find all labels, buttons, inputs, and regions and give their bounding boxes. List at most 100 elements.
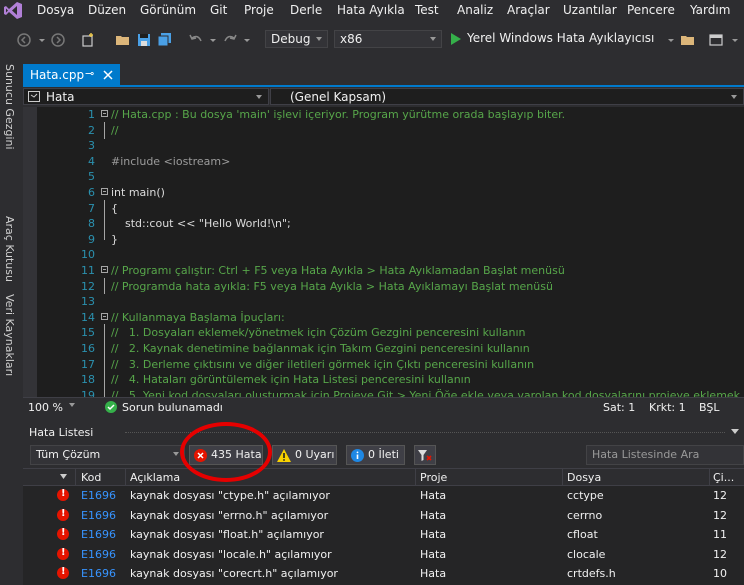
- server-explorer-tab[interactable]: Sunucu Gezgini: [3, 64, 16, 150]
- error-list-search-input[interactable]: Hata Listesinde Ara: [586, 445, 744, 465]
- messages-count: 0 İleti: [368, 448, 399, 461]
- menu-project[interactable]: Proje: [244, 3, 274, 17]
- configuration-select[interactable]: Debug: [265, 30, 328, 48]
- code-line[interactable]: 6 int main(): [23, 185, 744, 201]
- code-line[interactable]: 11 // Programı çalıştır: Ctrl + F5 veya H…: [23, 263, 744, 279]
- menu-git[interactable]: Git: [210, 3, 227, 17]
- menu-debug[interactable]: Hata Ayıkla: [337, 3, 405, 17]
- global-scope-select[interactable]: (Genel Kapsam): [270, 88, 744, 105]
- error-description: kaynak dosyası "locale.h" açılamıyor: [130, 547, 332, 561]
- build-intellisense-filter-button[interactable]: [414, 445, 436, 465]
- column-code[interactable]: Kod: [81, 471, 101, 484]
- dropdown-arrow-icon[interactable]: [34, 32, 50, 48]
- folder-search-icon[interactable]: [680, 32, 696, 48]
- code-line[interactable]: 18 // 4. Hataları görüntülemek için Hata …: [23, 372, 744, 388]
- error-code[interactable]: E1696: [81, 489, 116, 502]
- menu-help[interactable]: Yardım: [690, 3, 730, 17]
- code-editor[interactable]: 1 // Hata.cpp : Bu dosya 'main' işlevi iç…: [23, 107, 744, 397]
- forward-icon[interactable]: [50, 32, 66, 48]
- code-line[interactable]: 15 // 1. Dosyaları eklemek/yönetmek için …: [23, 325, 744, 341]
- back-icon[interactable]: [16, 32, 32, 48]
- code-line[interactable]: 14 // Kullanmaya Başlama İpuçları:: [23, 310, 744, 326]
- window-icon[interactable]: [708, 32, 724, 48]
- code-line[interactable]: 4 #include <iostream>: [23, 154, 744, 170]
- zoom-level[interactable]: 100 %: [28, 401, 63, 414]
- column-line[interactable]: Çi...: [713, 471, 734, 484]
- new-project-icon[interactable]: [80, 32, 96, 48]
- error-code[interactable]: E1696: [81, 567, 116, 580]
- save-icon[interactable]: [136, 32, 152, 48]
- code-line[interactable]: 5: [23, 169, 744, 185]
- run-dropdown-icon[interactable]: [663, 32, 679, 48]
- code-line[interactable]: 8 std::cout << "Hello World!\n";: [23, 216, 744, 232]
- column-file[interactable]: Dosya: [567, 471, 601, 484]
- menu-test[interactable]: Test: [415, 3, 439, 17]
- code-line[interactable]: 9}: [23, 232, 744, 248]
- code-line[interactable]: 12 // Programda hata ayıkla: F5 veya Hata…: [23, 279, 744, 295]
- menu-analyze[interactable]: Analiz: [457, 3, 493, 17]
- error-code[interactable]: E1696: [81, 509, 116, 522]
- open-folder-icon[interactable]: [115, 32, 131, 48]
- table-row[interactable]: E1696 kaynak dosyası "ctype.h" açılamıyor…: [23, 486, 744, 506]
- code-line[interactable]: 16 // 2. Kaynak denetimine bağlanmak için…: [23, 341, 744, 357]
- menu-file[interactable]: Dosya: [37, 3, 74, 17]
- issues-status[interactable]: Sorun bulunamadı: [122, 401, 223, 414]
- redo-icon[interactable]: [222, 32, 238, 48]
- menu-window[interactable]: Pencere: [627, 3, 675, 17]
- fold-toggle-icon[interactable]: [101, 188, 108, 195]
- toolbox-tab[interactable]: Araç Kutusu: [3, 216, 16, 282]
- pin-icon[interactable]: ⊸: [85, 67, 94, 80]
- error-project: Hata: [420, 508, 447, 522]
- table-row[interactable]: E1696 kaynak dosyası "errno.h" açılamıyor…: [23, 505, 744, 525]
- navigation-bar: Hata (Genel Kapsam): [23, 87, 744, 108]
- code-line[interactable]: 13: [23, 294, 744, 310]
- chevron-down-icon: [731, 95, 737, 99]
- code-line[interactable]: 7{: [23, 201, 744, 217]
- close-icon[interactable]: [103, 70, 113, 80]
- table-row[interactable]: E1696 kaynak dosyası "locale.h" açılamıyo…: [23, 544, 744, 564]
- line-number: 15: [81, 326, 95, 340]
- redo-dropdown-icon[interactable]: [239, 32, 255, 48]
- code-text: // Kullanmaya Başlama İpuçları:: [111, 310, 285, 324]
- menu-edit[interactable]: Düzen: [88, 3, 126, 17]
- code-line[interactable]: 17 // 3. Derleme çıktısını ve diğer ileti…: [23, 357, 744, 373]
- code-line[interactable]: 2 //: [23, 123, 744, 139]
- menu-build[interactable]: Derle: [290, 3, 322, 17]
- start-debugging-button[interactable]: Yerel Windows Hata Ayıklayıcısı: [450, 30, 660, 48]
- messages-filter-button[interactable]: 0 İleti: [346, 445, 405, 465]
- table-row[interactable]: E1696 kaynak dosyası "float.h" açılamıyor…: [23, 525, 744, 545]
- table-row[interactable]: E1696 kaynak dosyası "corecrt.h" açılamıy…: [23, 564, 744, 584]
- column-description[interactable]: Açıklama: [130, 471, 180, 484]
- fold-toggle-icon[interactable]: [101, 110, 108, 117]
- code-line[interactable]: 3: [23, 138, 744, 154]
- warnings-filter-button[interactable]: 0 Uyarı: [272, 445, 337, 465]
- tab-hata-cpp[interactable]: Hata.cpp ⊸: [23, 64, 120, 86]
- save-all-icon[interactable]: [157, 32, 173, 48]
- line-number: 8: [88, 217, 95, 231]
- platform-select[interactable]: x86: [334, 30, 442, 48]
- visual-studio-logo-icon[interactable]: [4, 2, 22, 19]
- panel-menu-icon[interactable]: [731, 427, 739, 435]
- column-separator: [709, 469, 710, 485]
- fold-toggle-icon[interactable]: [101, 266, 108, 273]
- error-project: Hata: [420, 528, 447, 541]
- error-code[interactable]: E1696: [81, 528, 116, 541]
- undo-icon[interactable]: [188, 32, 204, 48]
- scope-filter-select[interactable]: Tüm Çözüm: [30, 445, 185, 465]
- undo-dropdown-icon[interactable]: [205, 32, 221, 48]
- sort-arrow-icon[interactable]: [60, 474, 67, 479]
- error-code[interactable]: E1696: [81, 548, 116, 561]
- menu-tools[interactable]: Araçlar: [507, 3, 550, 17]
- code-line[interactable]: 10: [23, 247, 744, 263]
- zoom-dropdown-icon[interactable]: [69, 403, 75, 407]
- column-project[interactable]: Proje: [420, 471, 447, 484]
- fold-toggle-icon[interactable]: [101, 312, 108, 320]
- code-line[interactable]: 19 // 5. Yeni kod dosyaları oluşturmak iç…: [23, 388, 744, 397]
- toolbar-dropdown-icon[interactable]: [727, 32, 743, 48]
- menu-view[interactable]: Görünüm: [140, 3, 196, 17]
- data-sources-tab[interactable]: Veri Kaynakları: [3, 294, 16, 376]
- code-line[interactable]: 1 // Hata.cpp : Bu dosya 'main' işlevi iç…: [23, 107, 744, 123]
- error-icon: [57, 566, 69, 579]
- menu-extensions[interactable]: Uzantılar: [563, 3, 617, 17]
- project-scope-select[interactable]: Hata: [23, 88, 269, 105]
